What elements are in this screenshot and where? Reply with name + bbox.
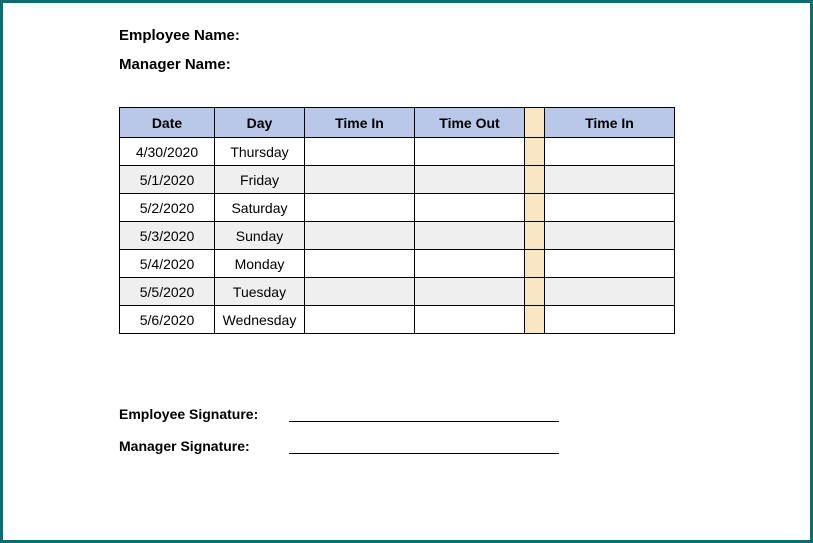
- manager-signature-line[interactable]: [289, 440, 559, 454]
- cell-time-in[interactable]: [305, 278, 415, 306]
- cell-time-out[interactable]: [415, 166, 525, 194]
- table-header-row: Date Day Time In Time Out Time In: [120, 108, 675, 138]
- cell-gap: [525, 222, 545, 250]
- employee-signature-line[interactable]: [289, 408, 559, 422]
- table-row: 5/1/2020 Friday: [120, 166, 675, 194]
- cell-time-out[interactable]: [415, 222, 525, 250]
- cell-gap: [525, 278, 545, 306]
- cell-day: Wednesday: [215, 306, 305, 334]
- table-row: 5/5/2020 Tuesday: [120, 278, 675, 306]
- cell-day: Monday: [215, 250, 305, 278]
- cell-time-out[interactable]: [415, 250, 525, 278]
- cell-date: 5/5/2020: [120, 278, 215, 306]
- cell-day: Saturday: [215, 194, 305, 222]
- cell-day: Sunday: [215, 222, 305, 250]
- cell-date: 5/1/2020: [120, 166, 215, 194]
- table-row: 5/2/2020 Saturday: [120, 194, 675, 222]
- header-labels: Employee Name: Manager Name:: [119, 27, 780, 73]
- employee-signature-row: Employee Signature:: [119, 406, 780, 422]
- cell-time-in[interactable]: [305, 138, 415, 166]
- cell-time-in[interactable]: [305, 306, 415, 334]
- cell-time-in2[interactable]: [545, 166, 675, 194]
- cell-gap: [525, 166, 545, 194]
- cell-time-out[interactable]: [415, 194, 525, 222]
- signature-block: Employee Signature: Manager Signature:: [119, 406, 780, 454]
- cell-time-in[interactable]: [305, 194, 415, 222]
- header-time-in2: Time In: [545, 108, 675, 138]
- timesheet-table-wrap: Date Day Time In Time Out Time In 4/30/2…: [119, 107, 780, 334]
- cell-date: 5/4/2020: [120, 250, 215, 278]
- cell-date: 5/3/2020: [120, 222, 215, 250]
- timesheet-form: Employee Name: Manager Name: Date Day Ti…: [0, 0, 813, 543]
- cell-time-out[interactable]: [415, 138, 525, 166]
- cell-gap: [525, 306, 545, 334]
- table-row: 5/6/2020 Wednesday: [120, 306, 675, 334]
- cell-date: 5/6/2020: [120, 306, 215, 334]
- cell-time-in2[interactable]: [545, 138, 675, 166]
- cell-time-out[interactable]: [415, 306, 525, 334]
- manager-signature-label: Manager Signature:: [119, 438, 289, 454]
- manager-signature-row: Manager Signature:: [119, 438, 780, 454]
- header-time-out: Time Out: [415, 108, 525, 138]
- table-row: 5/3/2020 Sunday: [120, 222, 675, 250]
- header-date: Date: [120, 108, 215, 138]
- cell-day: Tuesday: [215, 278, 305, 306]
- cell-time-in2[interactable]: [545, 306, 675, 334]
- table-row: 4/30/2020 Thursday: [120, 138, 675, 166]
- cell-time-in[interactable]: [305, 222, 415, 250]
- cell-time-in2[interactable]: [545, 250, 675, 278]
- cell-time-in2[interactable]: [545, 278, 675, 306]
- cell-gap: [525, 138, 545, 166]
- cell-day: Friday: [215, 166, 305, 194]
- cell-time-in2[interactable]: [545, 194, 675, 222]
- cell-date: 4/30/2020: [120, 138, 215, 166]
- table-row: 5/4/2020 Monday: [120, 250, 675, 278]
- cell-date: 5/2/2020: [120, 194, 215, 222]
- cell-time-in[interactable]: [305, 166, 415, 194]
- timesheet-table: Date Day Time In Time Out Time In 4/30/2…: [119, 107, 675, 334]
- manager-name-label: Manager Name:: [119, 56, 780, 73]
- header-gap: [525, 108, 545, 138]
- cell-gap: [525, 250, 545, 278]
- cell-day: Thursday: [215, 138, 305, 166]
- cell-gap: [525, 194, 545, 222]
- cell-time-in[interactable]: [305, 250, 415, 278]
- cell-time-out[interactable]: [415, 278, 525, 306]
- header-time-in: Time In: [305, 108, 415, 138]
- employee-signature-label: Employee Signature:: [119, 406, 289, 422]
- cell-time-in2[interactable]: [545, 222, 675, 250]
- employee-name-label: Employee Name:: [119, 27, 780, 44]
- header-day: Day: [215, 108, 305, 138]
